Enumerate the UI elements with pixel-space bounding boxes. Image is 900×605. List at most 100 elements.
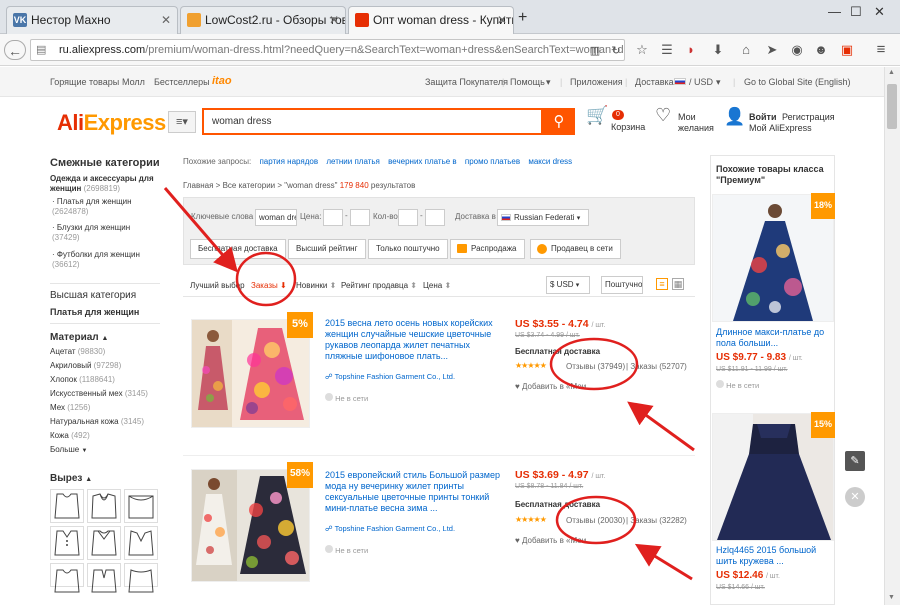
material-title[interactable]: Материал ▲ bbox=[50, 332, 108, 343]
reviews-link[interactable]: Отзывы (37949) bbox=[566, 362, 625, 371]
reader-icon[interactable]: ▥ bbox=[586, 42, 604, 60]
seller-online-filter-button[interactable]: Продавец в сети bbox=[530, 239, 621, 259]
aliexpress-ext-icon[interactable]: ▣ bbox=[838, 41, 856, 59]
chat-icon[interactable]: ☻ bbox=[812, 41, 830, 59]
orders-link[interactable]: | Заказы (52707) bbox=[626, 362, 687, 371]
close-tab-icon[interactable]: ✕ bbox=[497, 7, 507, 33]
neckline-option[interactable] bbox=[124, 489, 158, 523]
categories-menu-button[interactable]: ≡▾ bbox=[168, 111, 196, 133]
product-title[interactable]: 2015 весна лето осень новых корейских же… bbox=[325, 318, 497, 362]
edit-icon[interactable]: ✎ bbox=[845, 451, 865, 471]
maximize-icon[interactable]: ☐ bbox=[850, 4, 862, 20]
material-item[interactable]: Хлопок (1188641) bbox=[50, 373, 162, 387]
currency-link[interactable]: / USD bbox=[689, 77, 713, 87]
free-shipping-filter-button[interactable]: Бесплатная доставка bbox=[190, 239, 286, 259]
material-item[interactable]: Натуральная кожа (3145) bbox=[50, 415, 162, 429]
more-materials-link[interactable]: Больше ▼ bbox=[50, 443, 162, 458]
top-category-value[interactable]: Платья для женщин bbox=[50, 307, 139, 317]
top-rated-filter-button[interactable]: Высший рейтинг bbox=[288, 239, 366, 259]
page-info-icon[interactable]: ▤ bbox=[36, 40, 46, 60]
neckline-title[interactable]: Вырез ▲ bbox=[50, 473, 92, 484]
related-search-link[interactable]: вечерних платье в bbox=[388, 157, 457, 166]
sort-best-match[interactable]: Лучший выбор bbox=[190, 281, 245, 290]
register-link[interactable]: Регистрация bbox=[782, 112, 835, 123]
related-search-link[interactable]: макси dress bbox=[528, 157, 572, 166]
wishlist-line1[interactable]: Мои bbox=[678, 112, 696, 123]
keywords-input[interactable]: woman dre bbox=[255, 209, 297, 226]
page-scrollbar[interactable] bbox=[884, 67, 900, 605]
product-title[interactable]: 2015 европейский стиль Большой размер мо… bbox=[325, 470, 503, 514]
hot-deals-link[interactable]: Горящие товары bbox=[50, 77, 119, 87]
neckline-option[interactable] bbox=[124, 526, 158, 560]
add-to-wishlist-link[interactable]: ♥ Добавить в «Мои bbox=[515, 536, 586, 545]
help-link[interactable]: Помощь bbox=[510, 77, 545, 87]
sort-orders[interactable]: Заказы ⬇ bbox=[251, 281, 287, 290]
address-bar[interactable]: ▤ ru.aliexpress.com/premium/woman-dress.… bbox=[30, 39, 625, 61]
neckline-option[interactable] bbox=[124, 563, 158, 593]
orders-link[interactable]: | Заказы (32282) bbox=[626, 516, 687, 525]
single-item-filter-button[interactable]: Только поштучно bbox=[368, 239, 448, 259]
neckline-option[interactable] bbox=[50, 526, 84, 560]
close-icon[interactable]: ✕ bbox=[845, 487, 865, 507]
list-view-icon[interactable]: ≡ bbox=[656, 278, 668, 290]
sort-seller-rating[interactable]: Рейтинг продавца ⬍ bbox=[341, 281, 417, 290]
neckline-option[interactable] bbox=[87, 563, 121, 593]
premium-product-title[interactable]: Hzlq4465 2015 большой шить кружева ... bbox=[716, 545, 831, 567]
neckline-option[interactable] bbox=[87, 526, 121, 560]
add-to-wishlist-link[interactable]: ♥ Добавить в «Мои bbox=[515, 382, 586, 391]
reviews-link[interactable]: Отзывы (20030) bbox=[566, 516, 625, 525]
share-icon[interactable]: ◉ bbox=[788, 41, 806, 59]
premium-product-title[interactable]: Длинное макси-платье до пола больши... bbox=[716, 327, 831, 349]
neckline-option[interactable] bbox=[50, 489, 84, 523]
new-tab-icon[interactable]: + bbox=[518, 9, 527, 27]
material-item[interactable]: Искусственный мех (3145) bbox=[50, 387, 162, 401]
related-search-link[interactable]: партия нарядов bbox=[259, 157, 318, 166]
material-item[interactable]: Кожа (492) bbox=[50, 429, 162, 443]
main-category-link[interactable]: Одежда и аксессуары для женщин (2698819) bbox=[50, 174, 155, 194]
wishlist-line2[interactable]: желания bbox=[678, 123, 714, 134]
tab-aliexpress[interactable]: Опт woman dress - Купить... ✕ bbox=[348, 6, 514, 35]
my-aliexpress-link[interactable]: Мой AliExpress bbox=[749, 123, 812, 134]
minimize-icon[interactable]: — bbox=[828, 4, 841, 19]
subcategory-link[interactable]: · Футболки для женщин (36612) bbox=[52, 250, 157, 270]
sale-filter-button[interactable]: Распродажа bbox=[450, 239, 525, 259]
sort-newest[interactable]: Новинки ⬍ bbox=[296, 281, 336, 290]
menu-icon[interactable]: ≡ bbox=[872, 41, 890, 59]
user-icon[interactable]: 👤 bbox=[724, 108, 745, 125]
price-min-input[interactable] bbox=[323, 209, 343, 226]
neckline-option[interactable] bbox=[50, 563, 84, 593]
itao-logo[interactable]: itao bbox=[212, 75, 232, 87]
bookmarks-list-icon[interactable]: ☰ bbox=[658, 41, 676, 59]
piece-select[interactable]: Поштучно bbox=[601, 276, 643, 294]
aliexpress-logo[interactable]: AliExpress bbox=[57, 110, 166, 136]
material-item[interactable]: Мех (1256) bbox=[50, 401, 162, 415]
related-search-link[interactable]: летнии платья bbox=[326, 157, 380, 166]
close-window-icon[interactable]: ✕ bbox=[874, 4, 885, 20]
close-tab-icon[interactable]: ✕ bbox=[329, 7, 339, 33]
seller-link[interactable]: ☍ Topshine Fashion Garment Co., Ltd. bbox=[325, 524, 455, 533]
search-button[interactable]: ⚲ bbox=[543, 108, 575, 135]
buyer-protection-link[interactable]: Защита Покупателя bbox=[425, 77, 508, 87]
currency-select[interactable]: $ USD ▾ bbox=[546, 276, 590, 294]
bookmark-star-icon[interactable]: ☆ bbox=[633, 41, 651, 59]
cart-label[interactable]: Корзина bbox=[611, 122, 645, 133]
home-icon[interactable]: ⌂ bbox=[737, 41, 755, 59]
material-item[interactable]: Ацетат (98830) bbox=[50, 345, 162, 359]
mall-link[interactable]: Молл bbox=[122, 77, 145, 87]
price-max-input[interactable] bbox=[350, 209, 370, 226]
heart-icon[interactable]: ♡ bbox=[655, 106, 671, 124]
scrollbar-thumb[interactable] bbox=[887, 84, 897, 129]
subcategory-link[interactable]: · Платья для женщин (2624878) bbox=[52, 197, 157, 217]
bestsellers-link[interactable]: Бестселлеры bbox=[154, 77, 210, 87]
download-icon[interactable]: ⬇ bbox=[709, 41, 727, 59]
scroll-up-icon[interactable]: ▲ bbox=[888, 69, 895, 76]
back-icon[interactable]: ← bbox=[4, 40, 26, 60]
qty-max-input[interactable] bbox=[425, 209, 445, 226]
grid-view-icon[interactable]: ▦ bbox=[672, 278, 684, 290]
pocket-icon[interactable]: ◗ bbox=[682, 41, 700, 59]
close-tab-icon[interactable]: ✕ bbox=[161, 7, 171, 33]
cart-icon[interactable]: 🛒 bbox=[586, 106, 608, 124]
tab-vk[interactable]: VK Нестор Махно ✕ bbox=[6, 6, 178, 34]
sort-price[interactable]: Цена ⬍ bbox=[423, 281, 451, 290]
qty-min-input[interactable] bbox=[398, 209, 418, 226]
